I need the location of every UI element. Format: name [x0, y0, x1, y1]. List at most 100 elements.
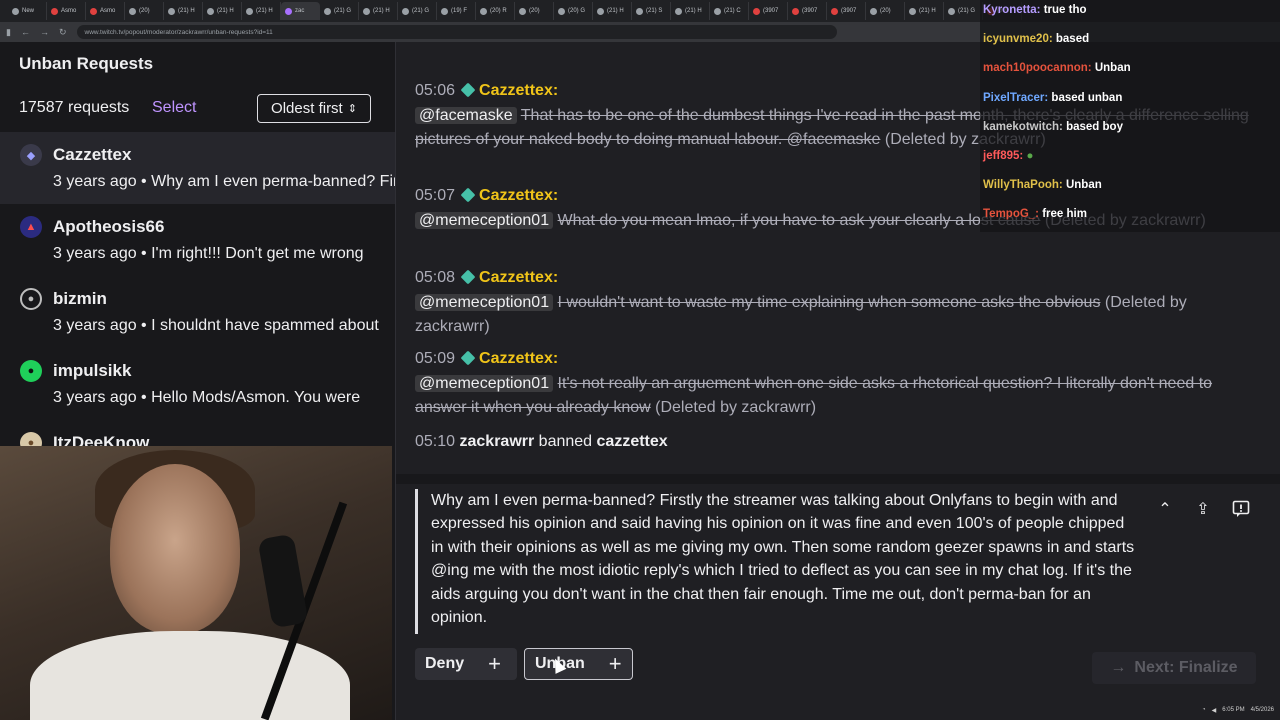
browser-tab[interactable]: zac — [281, 2, 320, 20]
tab-label: (3907 — [841, 8, 857, 14]
tab-favicon-icon — [597, 7, 604, 15]
next-finalize-button[interactable]: → Next: Finalize — [1092, 652, 1256, 684]
deny-button[interactable]: Deny + — [415, 648, 517, 680]
browser-tab[interactable]: (21) H — [905, 2, 944, 20]
browser-tab[interactable]: (21) H — [164, 2, 203, 20]
tab-label: (20) — [529, 8, 540, 14]
back-arrow-icon[interactable]: ← — [21, 27, 30, 37]
tab-favicon-icon — [636, 7, 643, 15]
sort-chevron-icon: ⇕ — [347, 103, 357, 115]
tab-favicon-icon — [480, 7, 487, 15]
browser-tab[interactable]: (21) S — [632, 2, 671, 20]
browser-tab[interactable]: (20) — [866, 2, 905, 20]
tab-label: (20) R — [490, 8, 507, 14]
browser-tab[interactable]: (21) G — [398, 2, 437, 20]
browser-tab[interactable]: (3907 — [788, 2, 827, 20]
browser-tab[interactable]: (21) G — [944, 2, 983, 20]
browser-tab[interactable]: New — [8, 2, 47, 20]
webcam-shirt-shape — [30, 631, 350, 720]
forward-arrow-icon[interactable]: → — [40, 27, 49, 37]
browser-tab[interactable]: Asmo — [86, 2, 125, 20]
tab-favicon-icon — [441, 7, 448, 15]
browser-tab[interactable]: (20) — [125, 2, 164, 20]
browser-tab[interactable]: (19) F — [437, 2, 476, 20]
sort-dropdown[interactable]: Oldest first ⇕ — [257, 94, 371, 123]
tab-label: (3907 — [763, 8, 779, 14]
chat-mention: @facemaske — [415, 107, 517, 124]
browser-tab[interactable]: Asmo — [47, 2, 86, 20]
stream-chat-username: WillyThaPooh: — [983, 179, 1063, 192]
chat-username: Cazzettex — [479, 350, 553, 367]
tab-label: Asmo — [61, 8, 77, 14]
microphone — [257, 533, 309, 629]
stream-chat-username: mach10poocannon: — [983, 62, 1092, 75]
browser-tab[interactable]: (20) R — [476, 2, 515, 20]
tab-label: (21) H — [919, 8, 936, 14]
tab-favicon-icon — [792, 7, 799, 15]
browser-tab[interactable]: (21) G — [320, 2, 359, 20]
tab-favicon-icon — [909, 7, 916, 15]
browser-tab[interactable]: (21) C — [710, 2, 749, 20]
unban-request-text: Why am I even perma-banned? Firstly the … — [415, 489, 1137, 634]
tab-label: (19) F — [451, 8, 468, 14]
stream-chat-text: based — [1055, 33, 1090, 46]
tab-favicon-icon — [207, 7, 214, 15]
report-icon[interactable] — [1229, 497, 1253, 521]
chat-message-body: @memeception01 It's not really an arguem… — [415, 372, 1260, 420]
tab-label: New — [22, 8, 35, 14]
stream-chat-message: Kyronetta: true tho — [983, 4, 1087, 16]
browser-tab[interactable]: (21) H — [359, 2, 398, 20]
sidebar-toggle-icon[interactable]: ▮ — [6, 27, 11, 38]
browser-tab[interactable]: (21) H — [593, 2, 632, 20]
tab-favicon-icon — [285, 7, 292, 15]
request-preview: 3 years ago • Why am I even perma-banned… — [53, 173, 395, 190]
frog-emote-icon: ● — [1026, 150, 1034, 162]
user-badge-icon — [460, 82, 476, 98]
stream-chat-username: kamekotwitch: — [983, 120, 1063, 133]
select-link[interactable]: Select — [152, 99, 196, 117]
reload-icon[interactable]: ↻ — [59, 27, 67, 38]
request-list-item[interactable]: ● bizmin 3 years ago • I shouldnt have spa… — [0, 276, 395, 348]
tab-label: (21) H — [685, 8, 702, 14]
clock-time: 6:05 PM — [1222, 707, 1245, 713]
stream-chat-username: TempoG_: — [983, 208, 1040, 221]
stream-chat-message: jeff895: ● — [983, 150, 1033, 162]
clock-date: 4/5/2026 — [1250, 707, 1274, 713]
chat-username: Cazzettex — [479, 82, 553, 99]
tab-label: Asmo — [100, 8, 116, 14]
request-preview: 3 years ago • I shouldnt have spammed ab… — [53, 317, 379, 334]
ban-event: 05:10 zackrawrr banned cazzettex — [415, 430, 1260, 454]
divider — [396, 474, 1280, 484]
browser-tab[interactable]: (21) H — [203, 2, 242, 20]
tab-favicon-icon — [51, 7, 58, 15]
tab-label: (3907 — [802, 8, 818, 14]
unban-button[interactable]: Unban + — [524, 648, 633, 680]
request-list-item[interactable]: ● impulsikk 3 years ago • Hello Mods/Asmon… — [0, 348, 395, 420]
share-icon[interactable]: ⇪ — [1191, 497, 1215, 521]
browser-tab[interactable]: (3907 — [749, 2, 788, 20]
browser-tab[interactable]: (20) — [515, 2, 554, 20]
network-icon: ◔ — [1202, 707, 1206, 713]
request-list-item[interactable]: ▲ Apotheosis66 3 years ago • I'm right!!! … — [0, 204, 395, 276]
chat-mention: @memeception01 — [415, 375, 554, 392]
tab-label: (21) G — [958, 8, 976, 14]
stream-chat-username: PixelTracer: — [983, 91, 1049, 104]
browser-tab[interactable]: (21) H — [242, 2, 281, 20]
stream-chat-message: PixelTracer: based unban — [983, 92, 1122, 104]
request-username: Apotheosis66 — [53, 217, 165, 236]
browser-tab[interactable]: (21) H — [671, 2, 710, 20]
url-field[interactable]: www.twitch.tv/popout/moderator/zackrawrr… — [76, 25, 837, 39]
browser-tab[interactable]: (20) G — [554, 2, 593, 20]
browser-tab[interactable]: (3907 — [827, 2, 866, 20]
collapse-chevron-icon[interactable]: ⌃ — [1153, 497, 1177, 521]
tab-favicon-icon — [675, 7, 682, 15]
avatar: ● — [20, 288, 42, 310]
deny-label: Deny — [425, 655, 465, 672]
tab-favicon-icon — [168, 7, 175, 15]
stream-chat-message: icyunvme20: based — [983, 33, 1089, 45]
chat-username-colon: : — [552, 82, 559, 99]
request-preview: 3 years ago • I'm right!!! Don't get me … — [53, 245, 364, 262]
request-username: Cazzettex — [53, 145, 132, 164]
tab-label: (21) H — [607, 8, 624, 14]
request-list-item[interactable]: ◆ Cazzettex 3 years ago • Why am I even pe… — [0, 132, 395, 204]
